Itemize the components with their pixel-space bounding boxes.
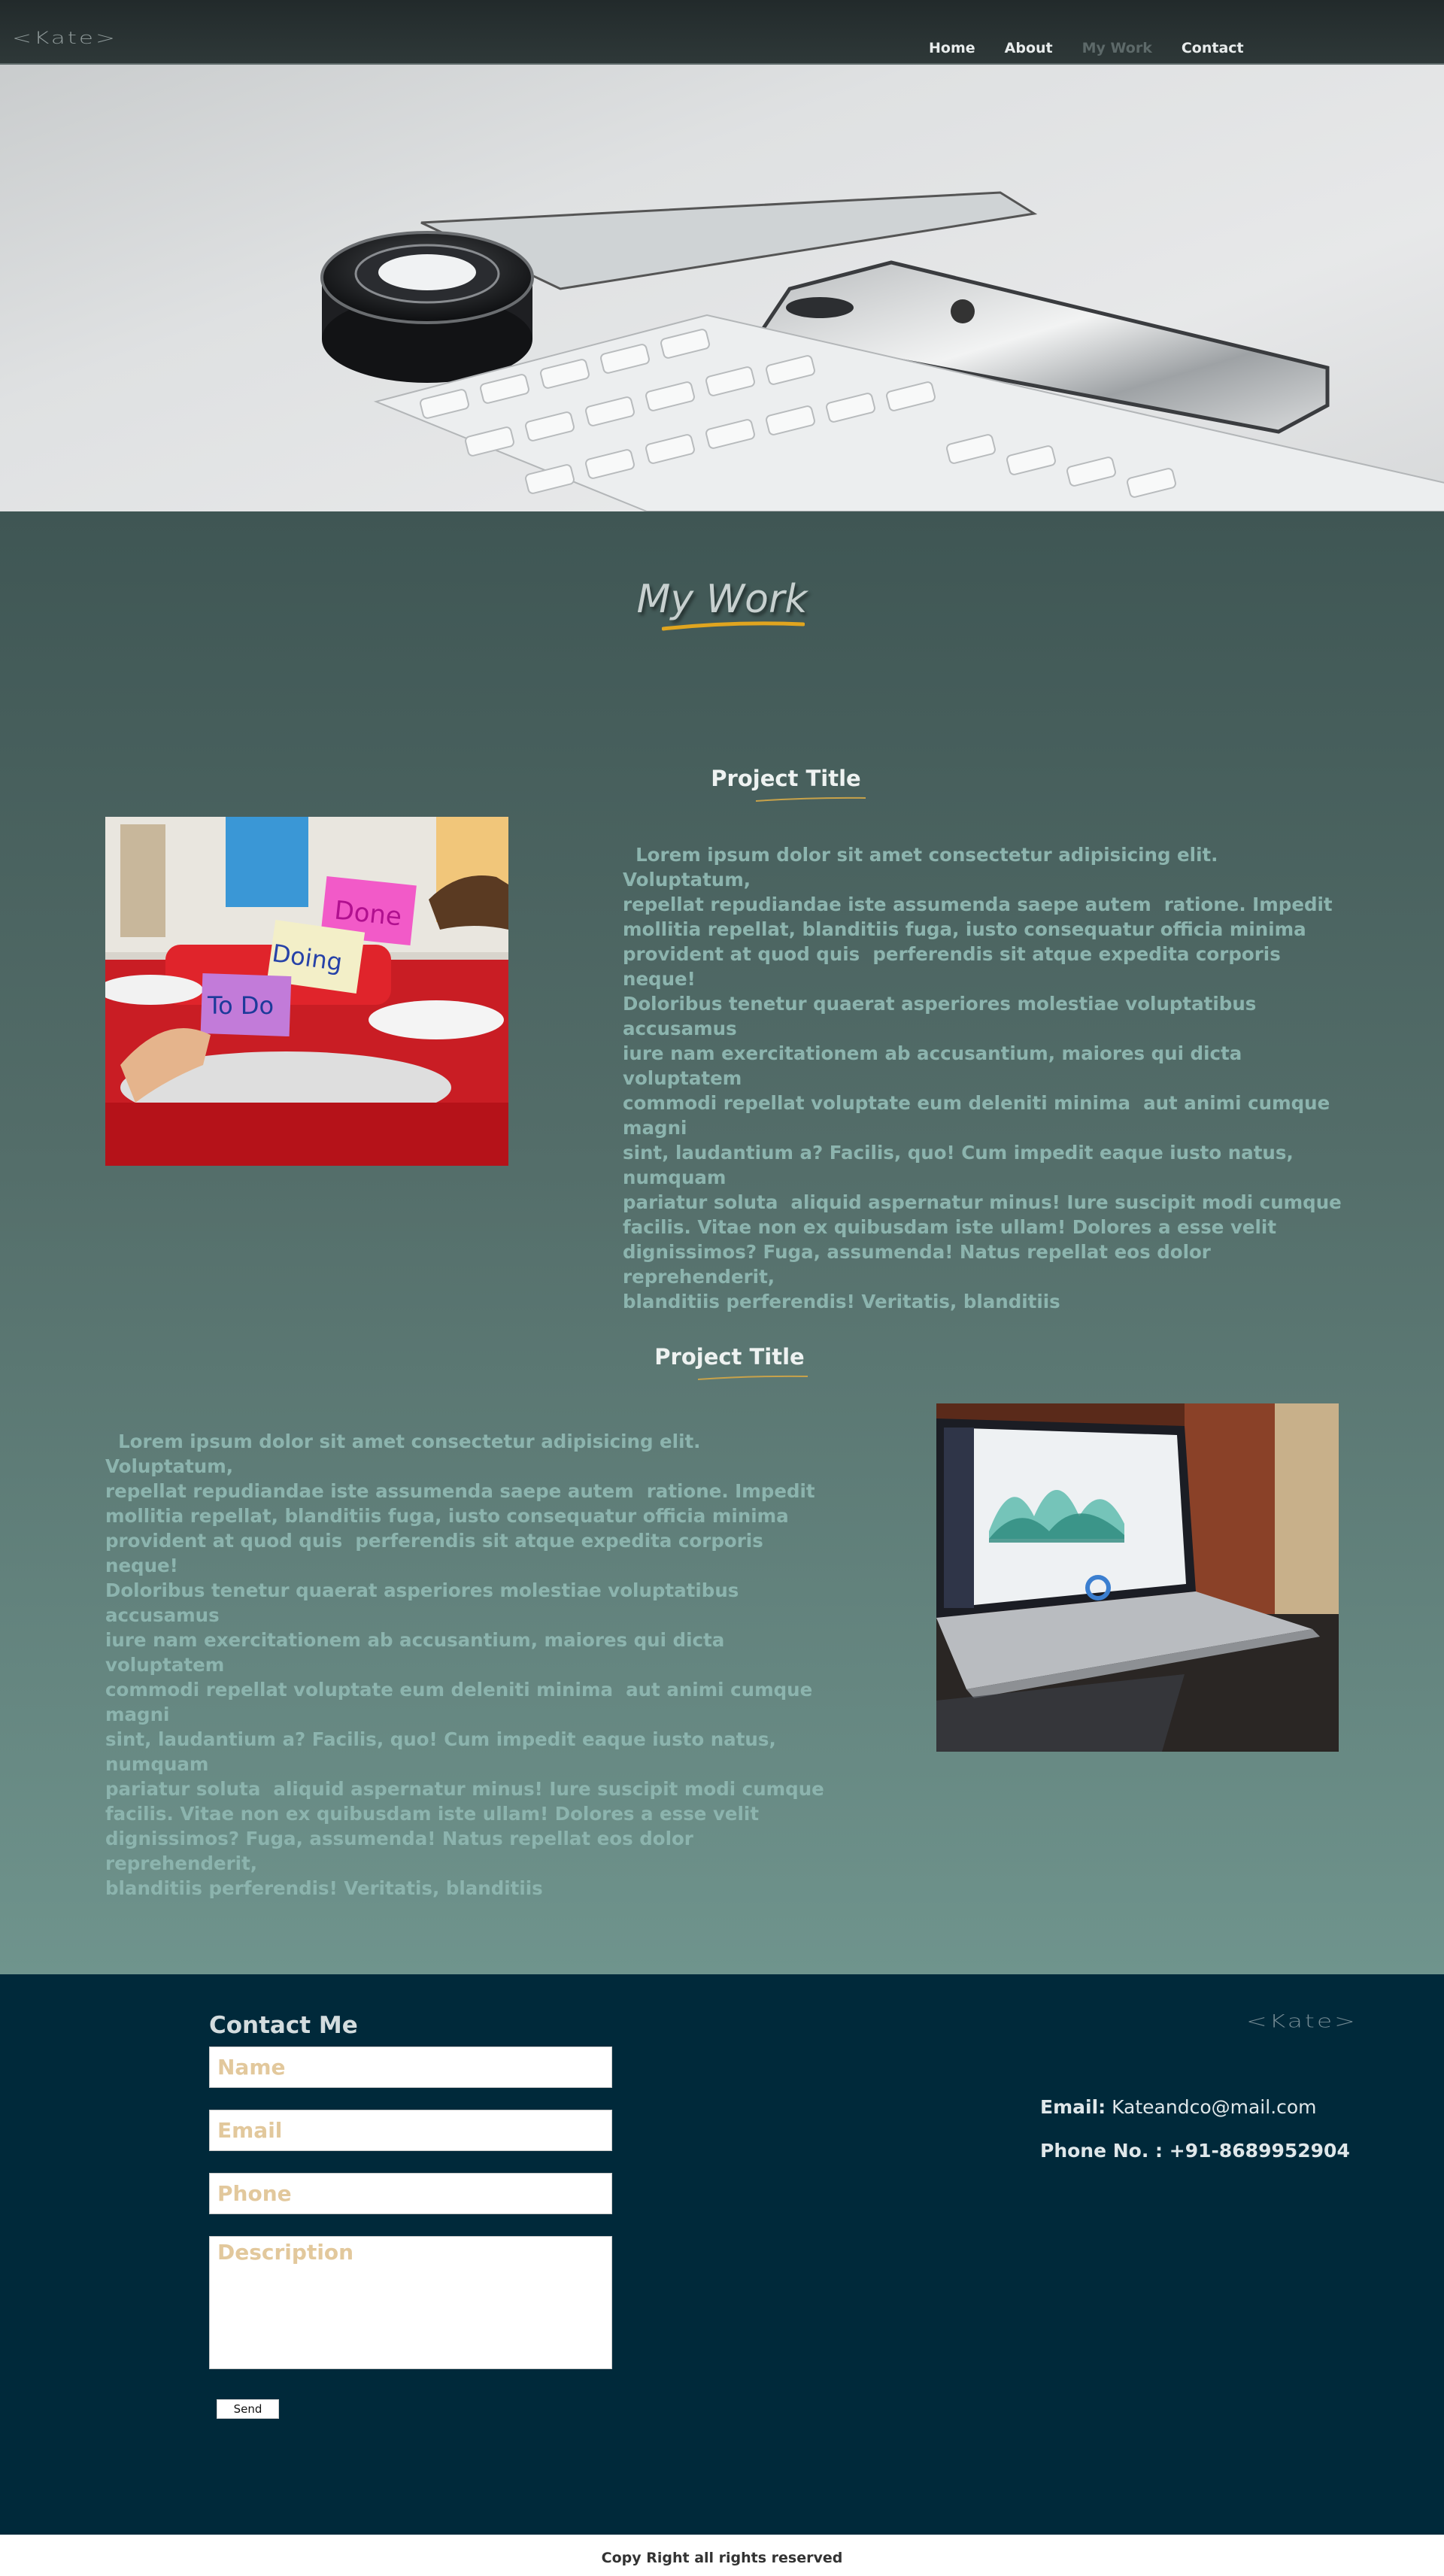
title-underline <box>662 621 805 631</box>
nav-link-my-work[interactable]: My Work <box>1082 40 1152 56</box>
nav-links: Home About My Work Contact <box>929 40 1273 56</box>
project-2-underline <box>697 1375 808 1380</box>
project-1-title: Project Title <box>711 766 861 791</box>
contact-phone: Phone No. : +91-8689952904 <box>1040 2140 1350 2162</box>
project-1-underline <box>755 796 866 802</box>
phone-label: Phone No. : <box>1040 2140 1163 2162</box>
project-2-image <box>936 1403 1339 1752</box>
footer-bar: Copy Right all rights reserved <box>0 2535 1444 2576</box>
nav-link-contact[interactable]: Contact <box>1182 40 1244 56</box>
email-label: Email: <box>1040 2096 1106 2118</box>
hero-image <box>0 63 1444 511</box>
email-value: Kateandco@mail.com <box>1112 2096 1317 2118</box>
laptop-dashboard-image <box>936 1403 1339 1752</box>
project-1-description: Lorem ipsum dolor sit amet consectetur a… <box>623 844 1342 1312</box>
phone-input[interactable] <box>209 2173 612 2214</box>
contact-section: Contact Me Send <Kate> Email: Kateandco@… <box>0 1974 1444 2535</box>
nav-link-about[interactable]: About <box>1005 40 1053 56</box>
section-title: My Work <box>636 577 808 622</box>
contact-heading: Contact Me <box>209 2012 358 2039</box>
copyright-text: Copy Right all rights reserved <box>601 2550 843 2566</box>
name-input[interactable] <box>209 2047 612 2088</box>
footer-logo: <Kate> <box>1246 2010 1358 2032</box>
description-textarea[interactable] <box>209 2236 612 2369</box>
send-button[interactable]: Send <box>217 2399 279 2419</box>
my-work-section: My Work Project Title Done Doing To Do L… <box>0 511 1444 1974</box>
hero-desk-photo <box>320 191 1444 511</box>
nav-link-home[interactable]: Home <box>929 40 975 56</box>
project-1-image: Done Doing To Do <box>105 817 508 1166</box>
site-logo[interactable]: <Kate> <box>12 29 117 48</box>
phone-value: +91-8689952904 <box>1169 2140 1350 2162</box>
email-input[interactable] <box>209 2110 612 2151</box>
project-2-description: Lorem ipsum dolor sit amet consectetur a… <box>105 1431 824 1899</box>
sticky-notes-image: Done Doing To Do <box>105 817 508 1166</box>
top-navbar: <Kate> Home About My Work Contact <box>0 0 1444 65</box>
project-2-title: Project Title <box>654 1344 805 1370</box>
contact-email: Email: Kateandco@mail.com <box>1040 2096 1317 2118</box>
note-todo-text: To Do <box>207 991 274 1020</box>
